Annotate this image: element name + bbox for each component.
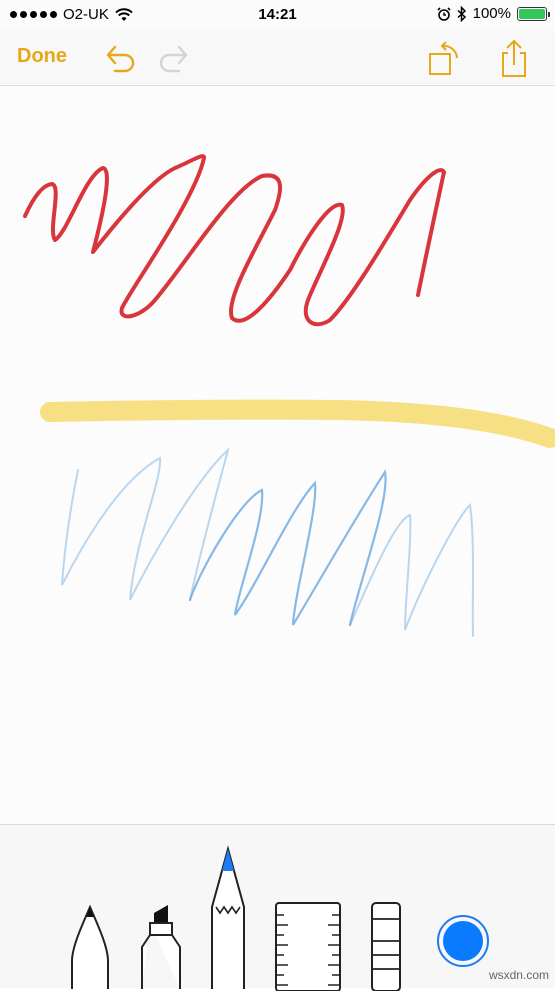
- pencil-tool[interactable]: [210, 845, 246, 991]
- rotate-button[interactable]: [424, 38, 464, 78]
- color-picker-button[interactable]: [437, 915, 489, 967]
- pencil-stroke-blue: [188, 469, 387, 627]
- undo-icon: [106, 45, 135, 73]
- battery-percent: 100%: [472, 5, 511, 22]
- drawing-toolbar: Done: [0, 30, 555, 86]
- watermark: wsxdn.com: [488, 968, 549, 982]
- eraser-tool[interactable]: [370, 901, 404, 991]
- battery-icon: [517, 6, 550, 21]
- drawing-canvas[interactable]: [0, 86, 555, 824]
- marker-stroke-yellow: [40, 399, 555, 448]
- done-button[interactable]: Done: [17, 45, 67, 68]
- status-bar: O2-UK 14:21 100%: [0, 0, 555, 30]
- redo-button[interactable]: [154, 38, 194, 78]
- bluetooth-icon: [457, 5, 466, 22]
- pen-tool[interactable]: [70, 901, 110, 991]
- share-icon: [502, 40, 526, 77]
- status-right: 100%: [437, 5, 550, 22]
- ruler-tool[interactable]: [274, 901, 344, 991]
- sketch-layer: [23, 154, 555, 637]
- alarm-icon: [437, 6, 451, 21]
- tool-palette: wsxdn.com: [0, 824, 555, 991]
- redo-icon: [159, 45, 188, 73]
- rotate-icon: [429, 41, 458, 75]
- pencil-stroke-blue-light: [61, 446, 474, 637]
- marker-tool[interactable]: [140, 901, 184, 991]
- pen-stroke-red: [23, 154, 446, 327]
- current-color-swatch: [443, 921, 483, 961]
- undo-button[interactable]: [100, 38, 140, 78]
- share-button[interactable]: [494, 38, 534, 78]
